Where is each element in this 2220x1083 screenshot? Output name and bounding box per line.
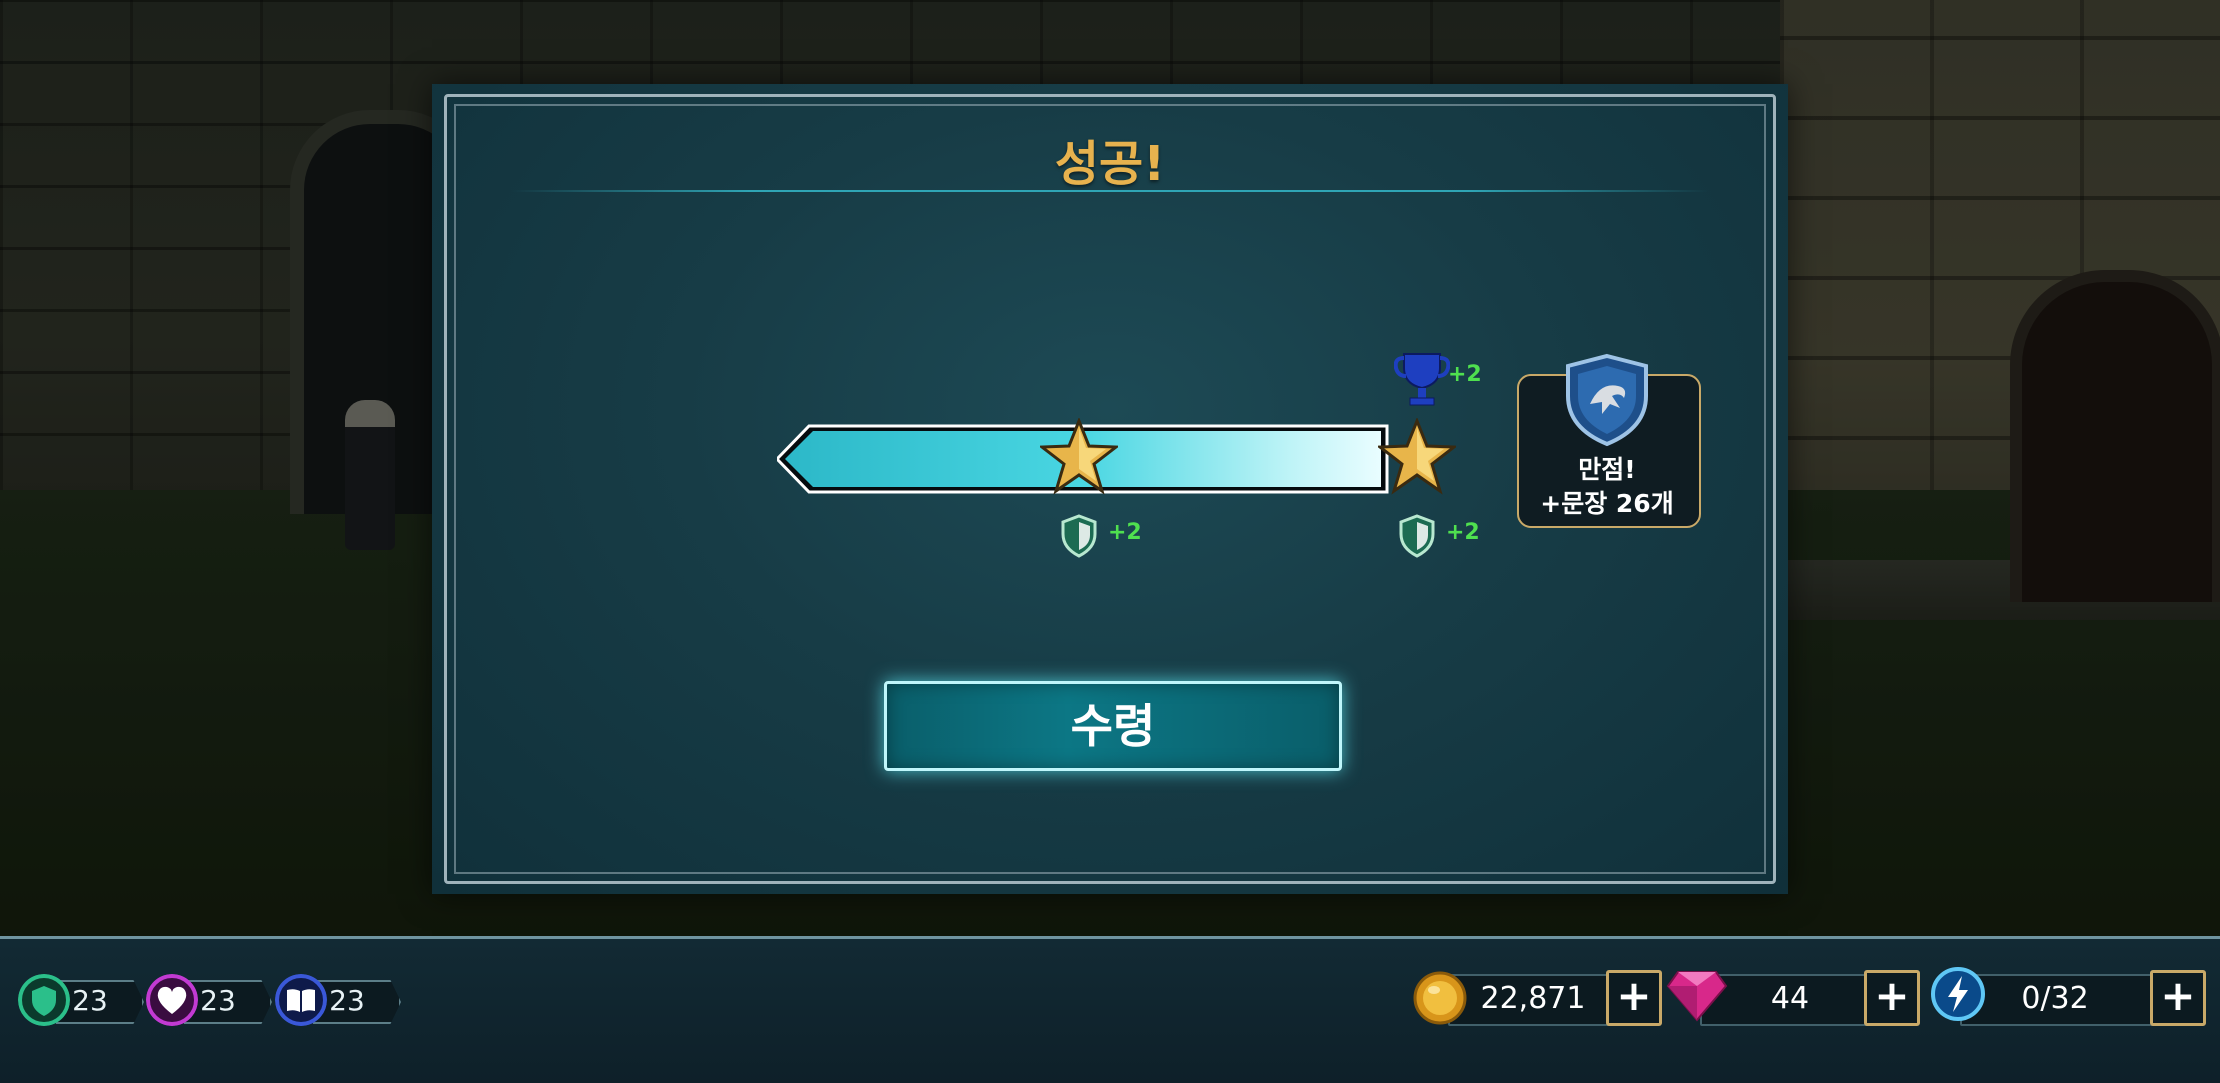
milestone-star-2: [1378, 418, 1456, 495]
add-energy-button[interactable]: +: [2150, 970, 2206, 1026]
trophy-icon: [1394, 353, 1450, 406]
ravenclaw-crest-icon: [1566, 353, 1648, 447]
add-gems-button[interactable]: +: [1864, 970, 1920, 1026]
result-dialog: 성공! +2 +2 +2 만점! +문장 26개 수령: [432, 84, 1788, 894]
shield-icon: [1399, 514, 1435, 558]
trophy-bonus-label: +2: [1448, 362, 1482, 387]
milestone-1-reward-label: +2: [1108, 520, 1142, 545]
full-score-reward: +문장 26개: [1540, 489, 1674, 518]
milestone-2-reward-label: +2: [1446, 520, 1480, 545]
full-score-title: 만점!: [1578, 455, 1636, 484]
gem-icon: [1666, 971, 1728, 1022]
gems-value: 44: [1770, 981, 1810, 1016]
add-coins-button[interactable]: +: [1606, 970, 1662, 1026]
shield-icon: [1061, 514, 1097, 558]
coin-icon: [1413, 971, 1467, 1025]
heart-stat-value: 23: [200, 984, 236, 1017]
dialog-title: 성공!: [1054, 136, 1166, 192]
book-stat-value: 23: [329, 984, 365, 1017]
title-divider: [512, 190, 1708, 192]
energy-icon: [1931, 967, 1985, 1021]
milestone-star-1: [1040, 418, 1118, 495]
shield-stat-value: 23: [72, 984, 108, 1017]
coins-value: 22,871: [1480, 981, 1586, 1016]
claim-button[interactable]: 수령: [884, 681, 1342, 771]
energy-value: 0/32: [2021, 981, 2089, 1016]
